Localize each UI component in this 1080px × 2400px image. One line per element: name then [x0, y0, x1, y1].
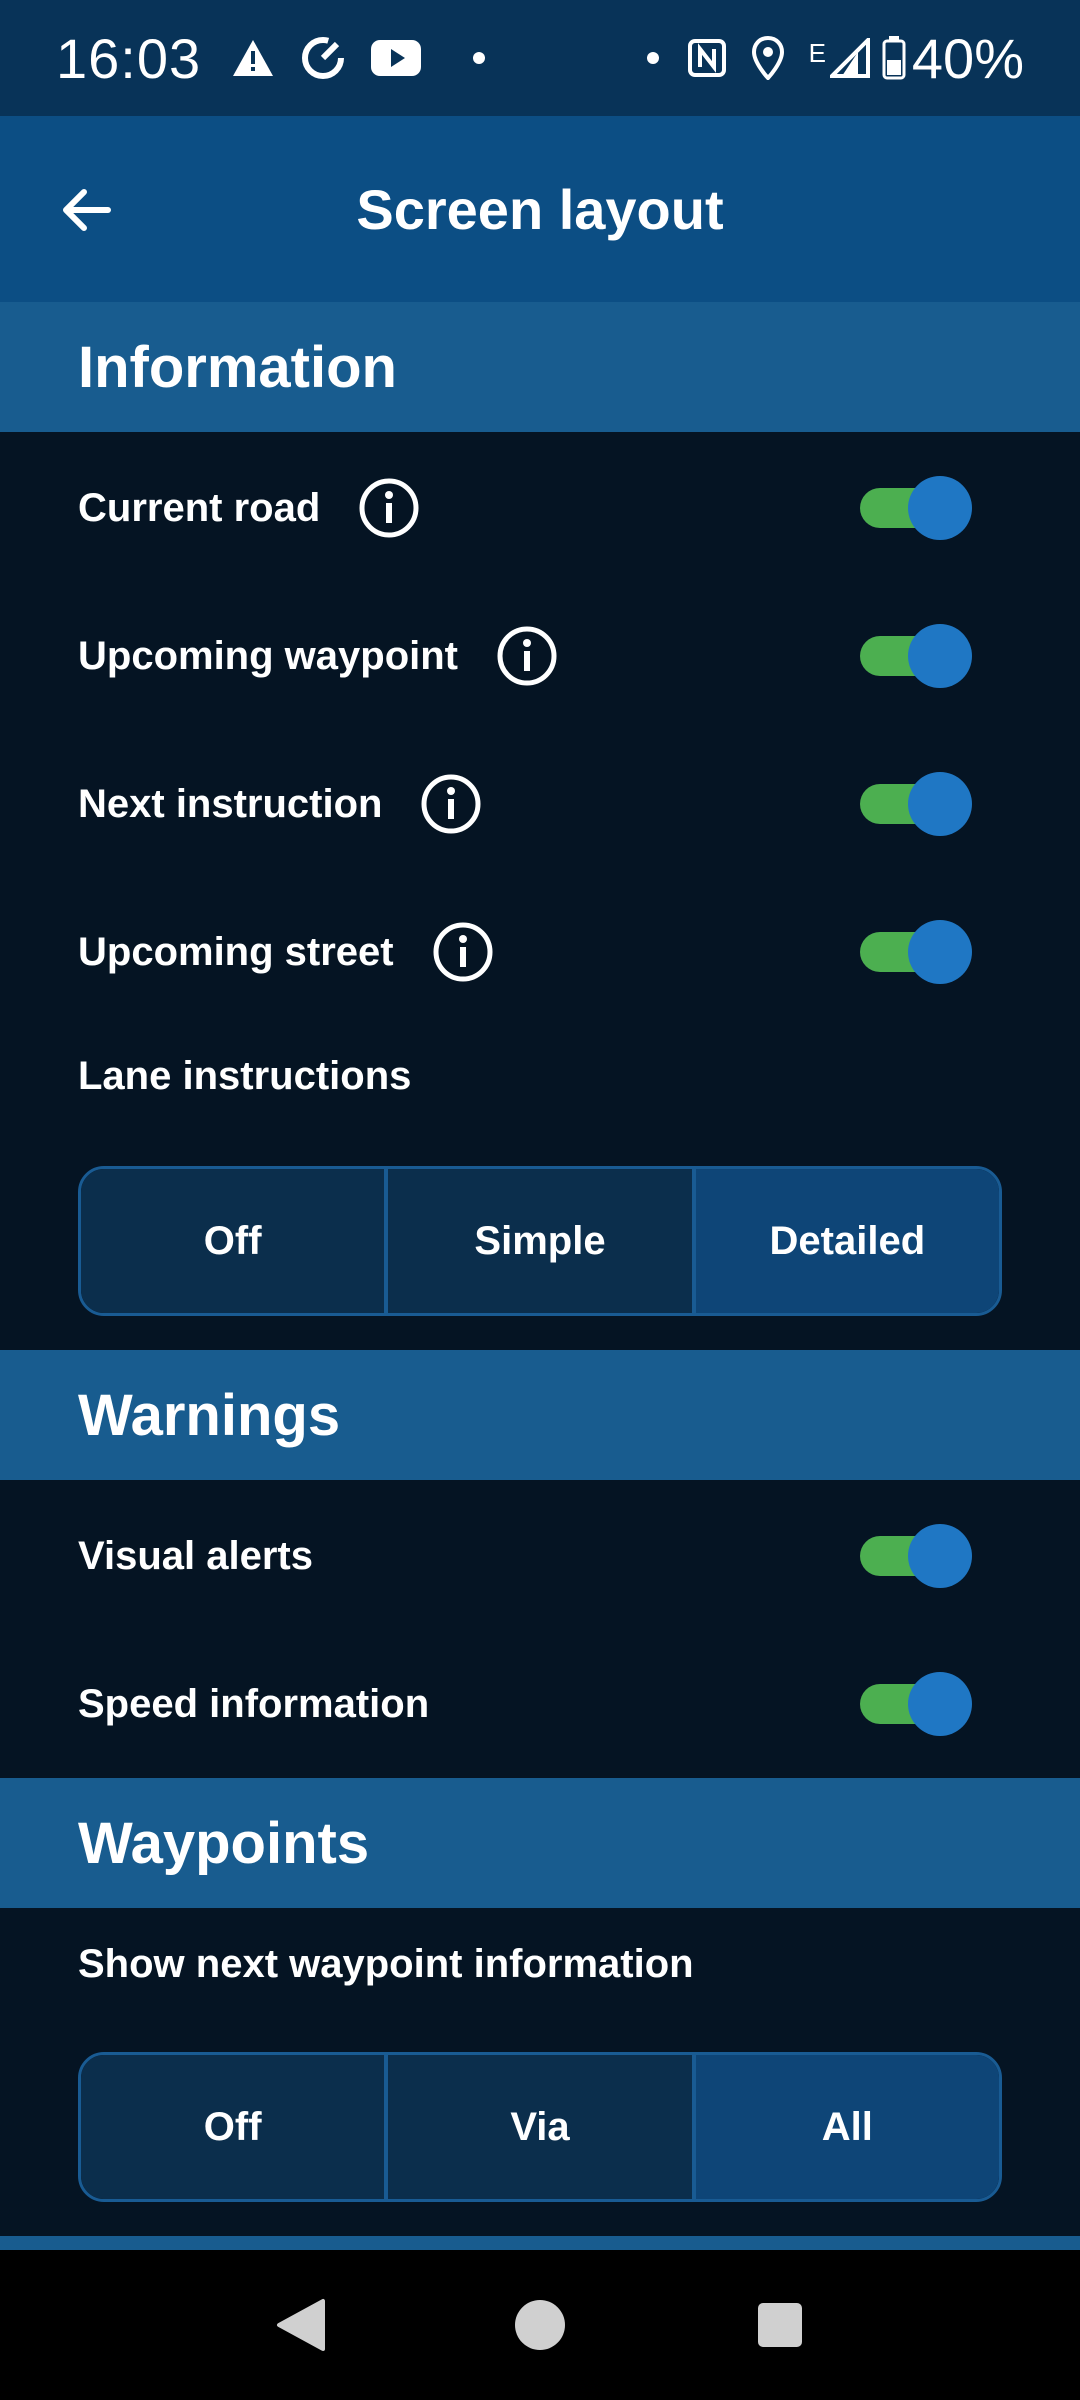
info-icon[interactable] — [496, 625, 558, 687]
nav-recents-button[interactable] — [720, 2265, 840, 2385]
status-time: 16:03 — [56, 26, 202, 90]
system-navigation-bar — [0, 2250, 1080, 2400]
status-right: E 40% — [619, 26, 1024, 91]
signal-icon: E — [809, 38, 870, 78]
notification-dot-icon — [646, 52, 659, 64]
waypoint-option-all[interactable]: All — [691, 2055, 999, 2199]
setting-row-next-instruction: Next instruction — [0, 730, 1080, 878]
info-icon[interactable] — [358, 477, 420, 539]
screen: 16:03 E 40% Screen layout Information Cu… — [0, 0, 1080, 2400]
next-section-header-edge — [0, 2236, 1080, 2250]
upcoming-street-toggle[interactable] — [860, 920, 972, 984]
lane-option-detailed[interactable]: Detailed — [691, 1169, 999, 1313]
back-button[interactable] — [56, 180, 116, 240]
waypoint-option-off[interactable]: Off — [81, 2055, 385, 2199]
lane-option-off[interactable]: Off — [81, 1169, 385, 1313]
info-icon[interactable] — [432, 921, 494, 983]
toggle-thumb — [908, 1524, 972, 1588]
waypoint-info-selector: Off Via All — [78, 2052, 1002, 2202]
warning-icon — [231, 38, 275, 78]
setting-label: Upcoming waypoint — [78, 633, 458, 678]
battery-icon — [882, 36, 906, 80]
toggle-thumb — [908, 920, 972, 984]
setting-row-visual-alerts: Visual alerts — [0, 1482, 1080, 1630]
setting-row-upcoming-waypoint: Upcoming waypoint — [0, 582, 1080, 730]
setting-row-current-road: Current road — [0, 434, 1080, 582]
notification-dot-icon — [473, 52, 486, 64]
show-next-waypoint-label: Show next waypoint information — [78, 1942, 694, 1986]
toggle-thumb — [908, 1672, 972, 1736]
section-header-waypoints: Waypoints — [0, 1778, 1080, 1908]
setting-label: Visual alerts — [78, 1533, 313, 1578]
triangle-back-icon — [277, 2299, 325, 2351]
setting-label: Upcoming street — [78, 929, 394, 974]
status-bar: 16:03 E 40% — [0, 0, 1080, 116]
setting-row-speed-information: Speed information — [0, 1630, 1080, 1778]
lane-instructions-selector: Off Simple Detailed — [78, 1166, 1002, 1316]
toggle-thumb — [908, 772, 972, 836]
setting-row-upcoming-street: Upcoming street — [0, 878, 1080, 1026]
network-type: E — [808, 38, 826, 68]
battery-percentage: 40% — [911, 26, 1024, 90]
status-left: 16:03 — [56, 26, 513, 91]
waypoint-option-via[interactable]: Via — [384, 2055, 692, 2199]
info-icon[interactable] — [420, 773, 482, 835]
toggle-thumb — [908, 624, 972, 688]
speed-information-toggle[interactable] — [860, 1672, 972, 1736]
nav-home-button[interactable] — [480, 2265, 600, 2385]
visual-alerts-toggle[interactable] — [860, 1524, 972, 1588]
upcoming-waypoint-toggle[interactable] — [860, 624, 972, 688]
sync-icon — [299, 34, 347, 82]
current-road-toggle[interactable] — [860, 476, 972, 540]
toggle-thumb — [908, 476, 972, 540]
section-header-warnings: Warnings — [0, 1350, 1080, 1480]
arrow-back-icon — [63, 189, 111, 231]
setting-label: Speed information — [78, 1681, 430, 1726]
app-bar: Screen layout — [0, 116, 1080, 302]
section-header-information: Information — [0, 302, 1080, 432]
youtube-icon — [371, 40, 422, 76]
circle-home-icon — [515, 2300, 565, 2350]
location-icon — [751, 36, 785, 80]
page-title: Screen layout — [356, 177, 724, 241]
setting-label: Next instruction — [78, 781, 383, 826]
lane-instructions-label: Lane instructions — [78, 1054, 412, 1098]
lane-option-simple[interactable]: Simple — [384, 1169, 692, 1313]
nav-back-button[interactable] — [240, 2265, 360, 2385]
square-recents-icon — [758, 2303, 802, 2347]
next-instruction-toggle[interactable] — [860, 772, 972, 836]
setting-label: Current road — [78, 485, 321, 530]
nfc-icon — [687, 38, 727, 78]
